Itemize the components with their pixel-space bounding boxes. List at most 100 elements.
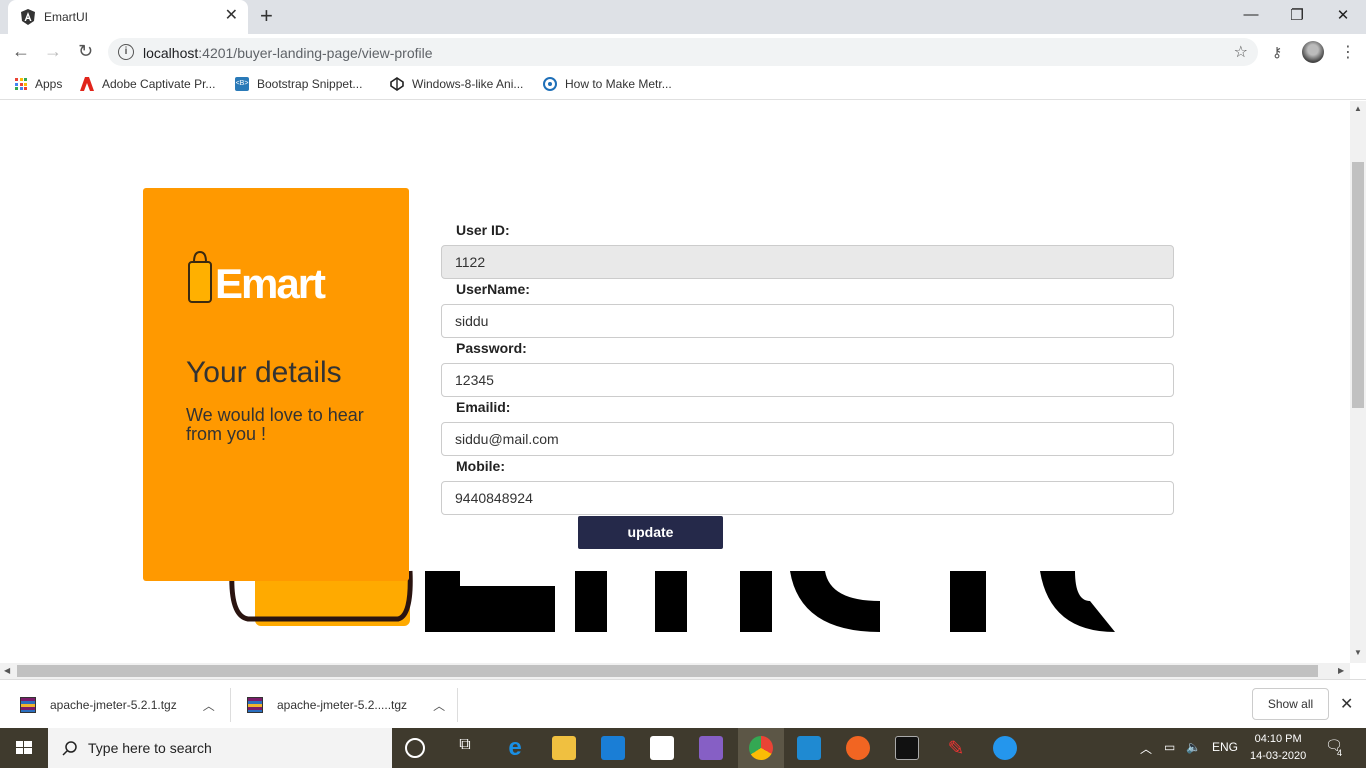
url-text: localhost:4201/buyer-landing-page/view-p… [143, 45, 433, 61]
angular-icon [21, 9, 35, 25]
store-icon[interactable] [650, 736, 674, 760]
pen-icon[interactable]: ✎ [944, 736, 968, 760]
update-button[interactable]: update [578, 516, 723, 549]
bookmark-star-icon[interactable]: ☆ [1234, 42, 1248, 62]
downloads-bar: apache-jmeter-5.2.1.tgz ︿ apache-jmeter-… [0, 679, 1366, 728]
userid-label: User ID: [456, 222, 510, 238]
chrome-taskbar-item[interactable] [738, 728, 784, 768]
mobile-label: Mobile: [456, 458, 505, 474]
bookmark-label: Windows-8-like Ani... [412, 77, 524, 91]
brand-name: Emart [215, 260, 326, 307]
mail-icon[interactable] [601, 736, 625, 760]
close-downloads-icon[interactable]: ✕ [1340, 694, 1353, 714]
file-explorer-icon[interactable] [552, 736, 576, 760]
address-bar[interactable]: i localhost:4201/buyer-landing-page/view… [108, 38, 1258, 66]
key-icon[interactable]: ⚷ [1272, 44, 1282, 61]
avatar[interactable] [1302, 41, 1324, 63]
username-label: UserName: [456, 281, 530, 297]
download-filename: apache-jmeter-5.2.1.tgz [50, 698, 177, 712]
archive-icon [20, 697, 36, 713]
clock-time: 04:10 PM [1254, 733, 1302, 745]
postman-icon[interactable] [846, 736, 870, 760]
download-filename: apache-jmeter-5.2.....tgz [277, 698, 408, 712]
chevron-up-icon[interactable]: ︿ [433, 697, 445, 714]
site-icon [543, 77, 557, 91]
menu-icon[interactable]: ⋮ [1340, 42, 1356, 62]
windows-start-icon[interactable] [0, 728, 48, 768]
emart-logo: Emart [187, 248, 326, 307]
bookmark-adobe[interactable]: Adobe Captivate Pr... [80, 77, 215, 91]
clock[interactable]: 04:10 PM 14-03-2020 [1250, 731, 1306, 765]
new-tab-icon[interactable]: + [260, 5, 273, 27]
password-field[interactable] [441, 363, 1174, 397]
password-label: Password: [456, 340, 527, 356]
clock-date: 14-03-2020 [1250, 750, 1307, 762]
mobile-field[interactable] [441, 481, 1174, 515]
bookmark-bootstrap[interactable]: <B> Bootstrap Snippet... [235, 77, 362, 91]
volume-icon[interactable]: 🔈 [1186, 740, 1201, 754]
chrome-icon [749, 736, 773, 760]
codepen-icon [390, 77, 404, 91]
edge-icon[interactable]: e [503, 736, 527, 760]
cortana-icon[interactable] [405, 738, 425, 758]
info-icon[interactable]: i [118, 44, 134, 60]
email-label: Emailid: [456, 399, 511, 415]
email-field[interactable] [441, 422, 1174, 456]
show-all-button[interactable]: Show all [1252, 688, 1329, 720]
adobe-icon [80, 77, 94, 91]
url-path: :4201/buyer-landing-page/view-profile [198, 45, 433, 61]
bookmark-apps[interactable]: Apps [15, 77, 62, 91]
close-tab-icon[interactable]: ✕ [225, 8, 238, 24]
search-icon [62, 741, 77, 756]
download-item[interactable]: apache-jmeter-5.2.....tgz ︿ [247, 688, 445, 722]
bookmark-label: How to Make Metr... [565, 77, 672, 91]
close-window-icon[interactable]: ✕ [1320, 6, 1366, 24]
terminal-icon[interactable] [895, 736, 919, 760]
visual-studio-icon[interactable] [699, 736, 723, 760]
divider [230, 688, 231, 722]
docker-icon[interactable] [993, 736, 1017, 760]
notification-count: 4 [1337, 748, 1343, 758]
forward-icon[interactable]: → [44, 42, 62, 60]
vertical-scroll-thumb[interactable] [1352, 162, 1364, 408]
bookmark-metro[interactable]: How to Make Metr... [543, 77, 672, 91]
language-indicator[interactable]: ENG [1212, 740, 1238, 754]
bootstrap-icon: <B> [235, 77, 249, 91]
vscode-icon[interactable] [797, 736, 821, 760]
panel-title: Your details [186, 356, 342, 389]
bookmarks-bar: Apps Adobe Captivate Pr... <B> Bootstrap… [0, 70, 1366, 100]
userid-field[interactable] [441, 245, 1174, 279]
tab-strip: EmartUI ✕ + — ❐ ✕ [0, 0, 1366, 34]
browser-toolbar: ← → ↻ i localhost:4201/buyer-landing-pag… [0, 34, 1366, 70]
network-icon[interactable]: ▭ [1164, 740, 1175, 754]
download-item[interactable]: apache-jmeter-5.2.1.tgz ︿ [20, 688, 215, 722]
maximize-icon[interactable]: ❐ [1274, 6, 1320, 24]
bookmark-label: Adobe Captivate Pr... [102, 77, 216, 91]
scroll-left-icon[interactable]: ◀ [4, 666, 10, 675]
chevron-up-icon[interactable]: ︿ [203, 697, 215, 714]
tab-title: EmartUI [44, 10, 89, 24]
scroll-right-icon[interactable]: ▶ [1338, 666, 1344, 675]
scroll-up-icon[interactable]: ▲ [1354, 104, 1362, 113]
horizontal-scroll-thumb[interactable] [17, 665, 1318, 677]
bookmark-label: Apps [35, 77, 63, 91]
task-view-icon[interactable]: ⧉ [453, 736, 477, 760]
archive-icon [247, 697, 263, 713]
back-icon[interactable]: ← [12, 42, 30, 60]
taskbar-search[interactable]: Type here to search [48, 728, 392, 768]
bookmark-windows8[interactable]: Windows-8-like Ani... [390, 77, 523, 91]
details-panel: Emart Your details We would love to hear… [143, 188, 409, 581]
minimize-icon[interactable]: — [1228, 6, 1274, 23]
url-host: localhost [143, 45, 199, 61]
apps-icon [15, 78, 27, 90]
username-field[interactable] [441, 304, 1174, 338]
panel-subtitle: We would love to hear from you ! [186, 405, 364, 444]
reload-icon[interactable]: ↻ [78, 42, 93, 60]
scroll-down-icon[interactable]: ▼ [1354, 648, 1362, 657]
bookmark-label: Bootstrap Snippet... [257, 77, 363, 91]
browser-tab[interactable]: EmartUI ✕ [8, 0, 248, 34]
shopping-bag-icon [188, 250, 212, 303]
divider [457, 688, 458, 722]
search-placeholder: Type here to search [88, 740, 212, 756]
tray-chevron-icon[interactable]: ︿ [1140, 740, 1152, 757]
